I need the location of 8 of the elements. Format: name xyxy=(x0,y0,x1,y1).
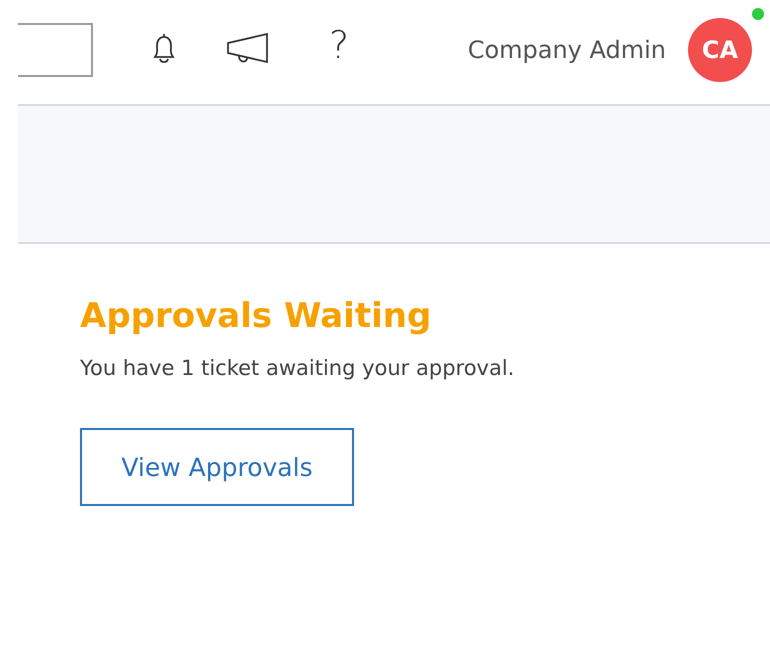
megaphone-icon[interactable] xyxy=(225,31,269,65)
approvals-message: You have 1 ticket awaiting your approval. xyxy=(80,354,516,382)
section-title: Approvals Waiting xyxy=(80,296,432,337)
search-field[interactable] xyxy=(18,23,93,77)
view-approvals-button[interactable]: View Approvals xyxy=(80,428,354,506)
help-icon[interactable]: ? xyxy=(329,26,350,64)
user-name[interactable]: Company Admin xyxy=(468,32,666,68)
user-avatar[interactable]: CA xyxy=(688,18,752,82)
